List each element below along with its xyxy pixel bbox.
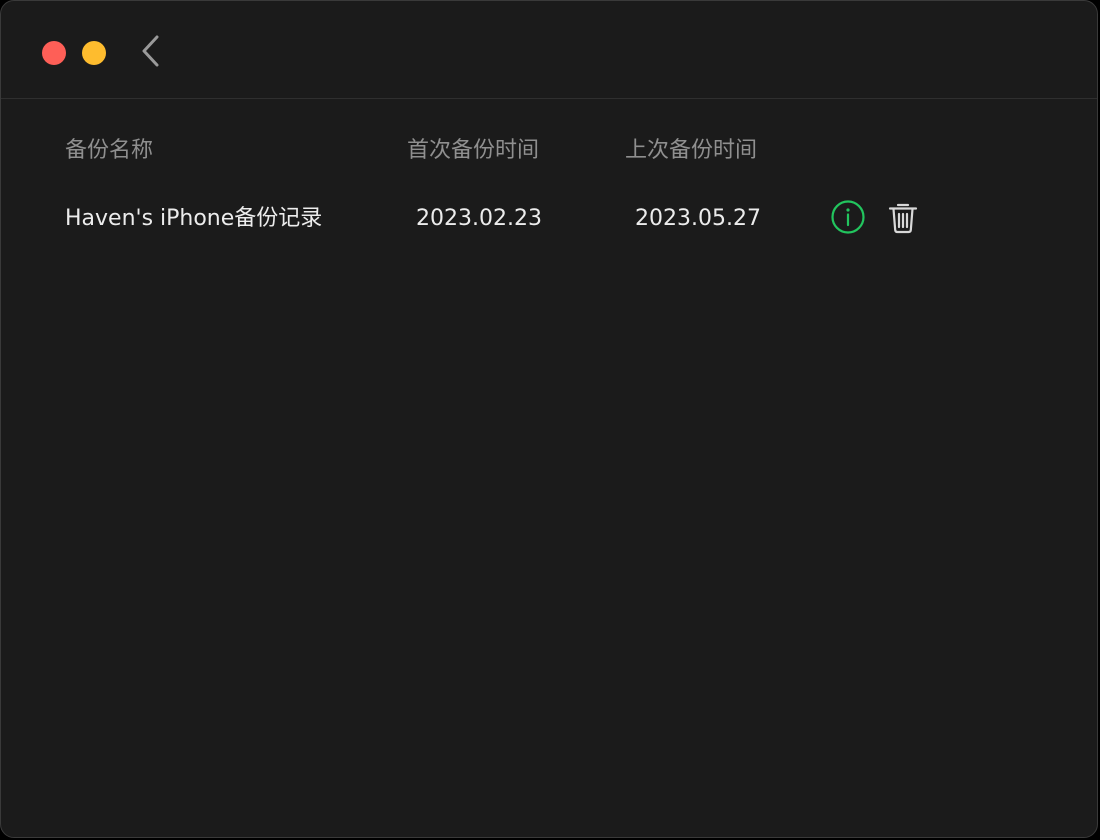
backup-name: Haven's iPhone备份记录 xyxy=(65,206,323,231)
header-first-backup-time: 首次备份时间 xyxy=(407,138,540,163)
delete-backup-button[interactable] xyxy=(885,199,921,235)
table-header: 备份名称 首次备份时间 上次备份时间 xyxy=(1,135,1097,167)
backup-info-button[interactable] xyxy=(830,199,866,235)
title-bar xyxy=(1,1,1097,99)
chevron-left-icon xyxy=(142,35,159,67)
info-icon xyxy=(831,200,865,234)
last-backup-date: 2023.05.27 xyxy=(635,206,761,231)
first-backup-date: 2023.02.23 xyxy=(416,206,542,231)
table-row[interactable]: Haven's iPhone备份记录 2023.02.23 2023.05.27 xyxy=(1,201,1097,237)
header-backup-name: 备份名称 xyxy=(65,138,154,163)
header-last-backup-time: 上次备份时间 xyxy=(625,138,758,163)
back-button[interactable] xyxy=(137,33,167,69)
app-window: 备份名称 首次备份时间 上次备份时间 Haven's iPhone备份记录 20… xyxy=(0,0,1098,838)
minimize-window-button[interactable] xyxy=(82,41,106,65)
close-window-button[interactable] xyxy=(42,41,66,65)
trash-icon xyxy=(888,203,918,234)
